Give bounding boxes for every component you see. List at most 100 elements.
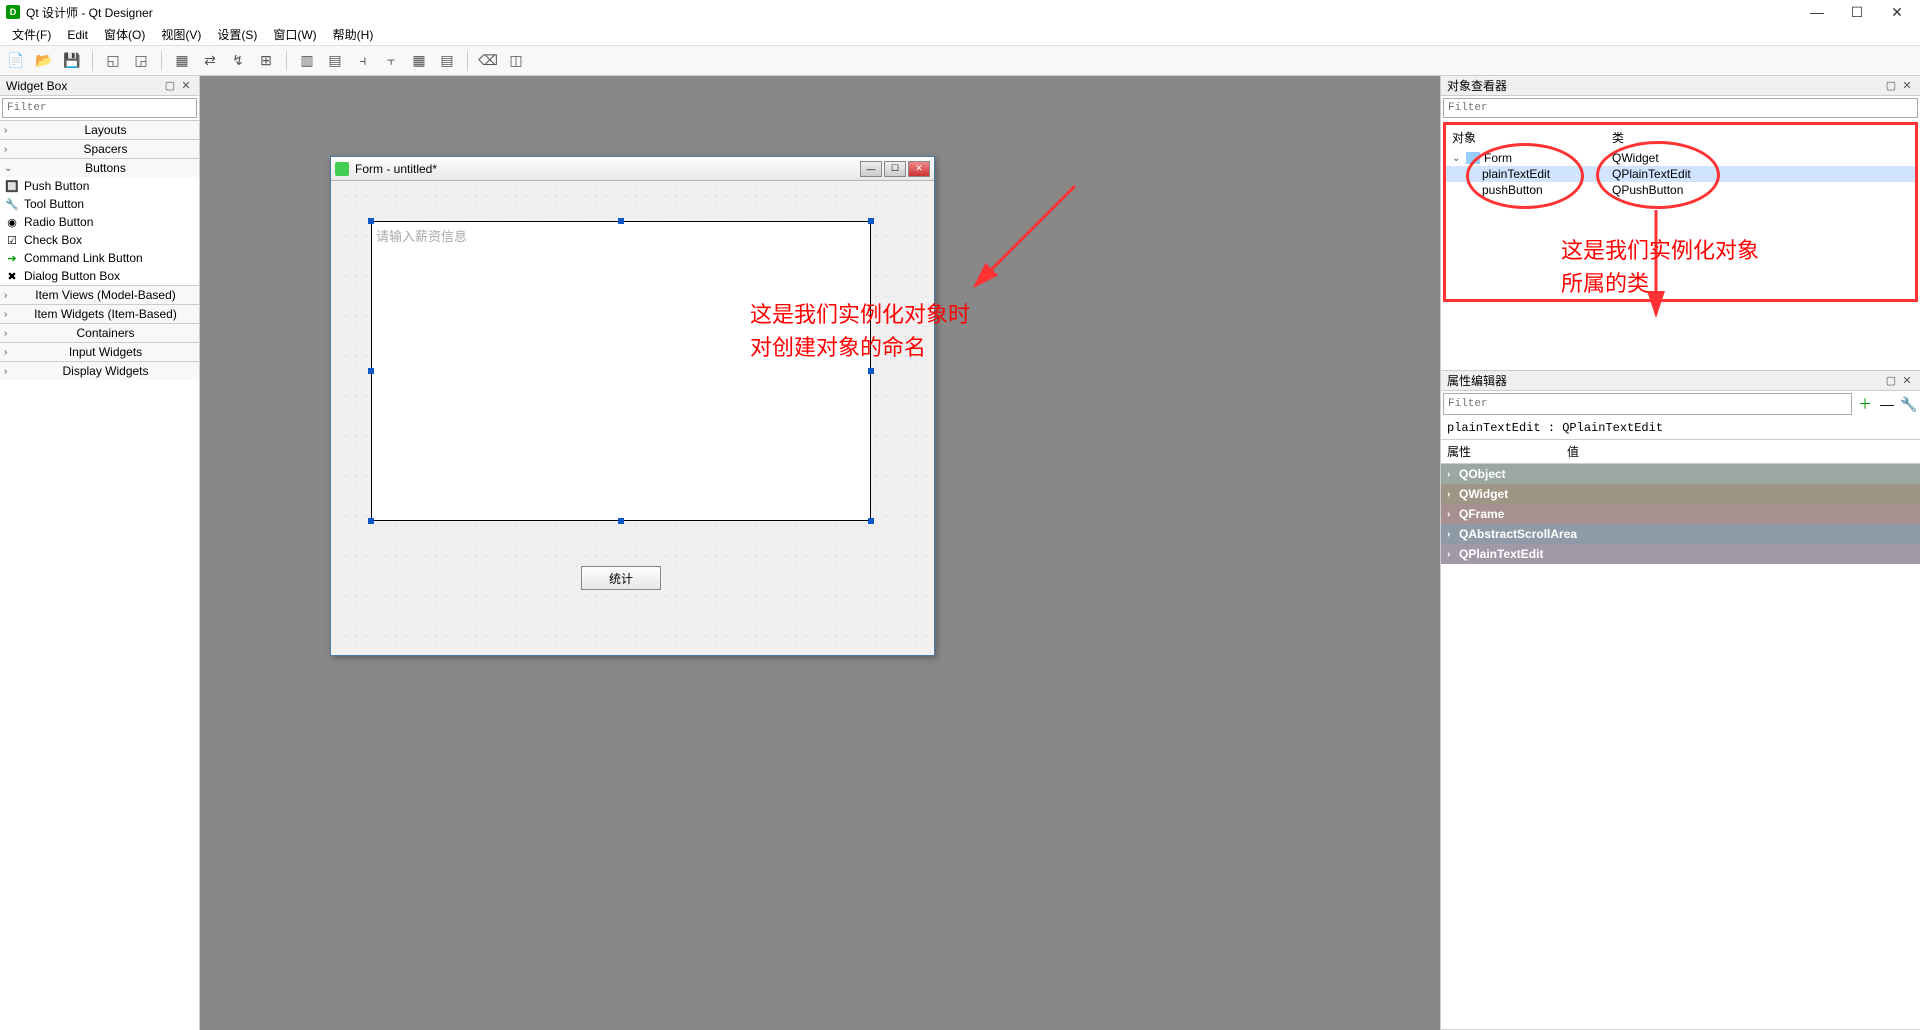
form-titlebar[interactable]: Form - untitled* — ☐ ✕ [331,157,934,181]
prop-group-qobject[interactable]: ›QObject [1441,464,1920,484]
toolbar-separator [286,51,287,71]
chevron-right-icon: › [1447,509,1459,520]
app-icon: D [6,5,20,19]
widget-push-button[interactable]: 🔲Push Button [0,177,199,195]
object-row-plaintextedit[interactable]: plainTextEdit QPlainTextEdit [1446,166,1915,182]
canvas-area[interactable]: Form - untitled* — ☐ ✕ 请输入薪资信息 [200,76,1440,1030]
resize-handle[interactable] [368,368,374,374]
group-item-views[interactable]: ›Item Views (Model-Based) [0,286,199,304]
form-maximize-button[interactable]: ☐ [884,161,906,177]
group-display-widgets[interactable]: ›Display Widgets [0,362,199,380]
open-icon[interactable]: 📂 [32,49,56,73]
menu-view[interactable]: 视图(V) [153,24,209,45]
add-property-icon[interactable]: ＋ [1856,395,1874,413]
object-inspector-panel: 对象查看器 ▢ ✕ 对象 类 ⌄Form QWidget plainTextEd… [1441,76,1920,371]
toolbar: 📄 📂 💾 ◱ ◲ ▦ ⇄ ↯ ⊞ ▥ ▤ ⫞ ⫟ ▦ ▤ ⌫ ◫ [0,46,1920,76]
maximize-button[interactable]: ☐ [1848,3,1866,21]
undock-icon[interactable]: ▢ [1884,374,1898,388]
undock-icon[interactable]: ▢ [1884,79,1898,93]
group-containers[interactable]: ›Containers [0,324,199,342]
chevron-right-icon: › [1447,489,1459,500]
group-item-widgets[interactable]: ›Item Widgets (Item-Based) [0,305,199,323]
layout-form-icon[interactable]: ▤ [435,49,459,73]
save-icon[interactable]: 💾 [60,49,84,73]
widget-radio-button[interactable]: ◉Radio Button [0,213,199,231]
widget-command-link[interactable]: ➔Command Link Button [0,249,199,267]
prop-group-qplaintextedit[interactable]: ›QPlainTextEdit [1441,544,1920,564]
widget-box-filter[interactable] [2,98,197,118]
bring-front-icon[interactable]: ◲ [129,49,153,73]
remove-property-icon[interactable]: — [1878,395,1896,413]
object-row-pushbutton[interactable]: pushButton QPushButton [1446,182,1915,198]
minimize-button[interactable]: ― [1808,3,1826,21]
widget-tool-button[interactable]: 🔧Tool Button [0,195,199,213]
property-filter[interactable] [1443,393,1852,415]
object-inspector-title: 对象查看器 [1447,77,1882,94]
break-layout-icon[interactable]: ⌫ [476,49,500,73]
adjust-size-icon[interactable]: ◫ [504,49,528,73]
resize-handle[interactable] [868,518,874,524]
property-editor-header: 属性编辑器 ▢ ✕ [1441,371,1920,391]
resize-handle[interactable] [868,218,874,224]
send-back-icon[interactable]: ◱ [101,49,125,73]
settings-icon[interactable]: 🔧 [1900,395,1918,413]
menu-help[interactable]: 帮助(H) [325,24,382,45]
plain-text-edit-widget[interactable]: 请输入薪资信息 [371,221,871,521]
group-layouts[interactable]: ›Layouts [0,121,199,139]
resize-handle[interactable] [618,218,624,224]
menu-form[interactable]: 窗体(O) [96,24,153,45]
menu-edit[interactable]: Edit [59,26,96,44]
form-body[interactable]: 请输入薪资信息 统计 [331,181,934,655]
chevron-right-icon: › [4,328,16,339]
object-inspector-filter[interactable] [1443,98,1918,118]
group-buttons[interactable]: ⌄Buttons [0,159,199,177]
edit-buddies-icon[interactable]: ↯ [226,49,250,73]
widget-box-title: Widget Box [6,79,161,93]
close-panel-icon[interactable]: ✕ [179,79,193,93]
resize-handle[interactable] [368,518,374,524]
close-panel-icon[interactable]: ✕ [1900,79,1914,93]
form-window[interactable]: Form - untitled* — ☐ ✕ 请输入薪资信息 [330,156,935,656]
resize-handle[interactable] [868,368,874,374]
menu-settings[interactable]: 设置(S) [209,24,265,45]
menu-file[interactable]: 文件(F) [4,24,59,45]
edit-tab-order-icon[interactable]: ⊞ [254,49,278,73]
edit-widgets-icon[interactable]: ▦ [170,49,194,73]
layout-vsplit-icon[interactable]: ⫟ [379,49,403,73]
widget-dialog-button-box[interactable]: ✖Dialog Button Box [0,267,199,285]
prop-group-qabstractscrollarea[interactable]: ›QAbstractScrollArea [1441,524,1920,544]
chevron-down-icon[interactable]: ⌄ [1452,153,1464,164]
chevron-right-icon: › [1447,469,1459,480]
property-toolbar: ＋ — 🔧 [1441,391,1920,417]
group-spacers[interactable]: ›Spacers [0,140,199,158]
form-minimize-button[interactable]: — [860,161,882,177]
close-panel-icon[interactable]: ✕ [1900,374,1914,388]
resize-handle[interactable] [368,218,374,224]
layout-grid-icon[interactable]: ▦ [407,49,431,73]
toolbar-separator [92,51,93,71]
form-title: Form - untitled* [355,162,860,176]
resize-handle[interactable] [618,518,624,524]
object-tree-header: 对象 类 [1446,125,1915,150]
prop-group-qframe[interactable]: ›QFrame [1441,504,1920,524]
property-editor-panel: 属性编辑器 ▢ ✕ ＋ — 🔧 plainTextEdit : QPlainTe… [1441,371,1920,1030]
layout-v-icon[interactable]: ▤ [323,49,347,73]
placeholder-text: 请输入薪资信息 [376,229,467,244]
push-button-icon: 🔲 [4,179,20,193]
push-button-widget[interactable]: 统计 [581,566,661,590]
command-link-icon: ➔ [4,251,20,265]
prop-group-qwidget[interactable]: ›QWidget [1441,484,1920,504]
stats-button[interactable]: 统计 [581,566,661,590]
new-icon[interactable]: 📄 [4,49,28,73]
object-tree[interactable]: 对象 类 ⌄Form QWidget plainTextEdit QPlainT… [1443,122,1918,302]
group-input-widgets[interactable]: ›Input Widgets [0,343,199,361]
close-button[interactable]: ✕ [1888,3,1906,21]
object-row-form[interactable]: ⌄Form QWidget [1446,150,1915,166]
layout-hsplit-icon[interactable]: ⫞ [351,49,375,73]
form-close-button[interactable]: ✕ [908,161,930,177]
menu-window[interactable]: 窗口(W) [265,24,324,45]
edit-signals-icon[interactable]: ⇄ [198,49,222,73]
layout-h-icon[interactable]: ▥ [295,49,319,73]
widget-check-box[interactable]: ☑Check Box [0,231,199,249]
undock-icon[interactable]: ▢ [163,79,177,93]
